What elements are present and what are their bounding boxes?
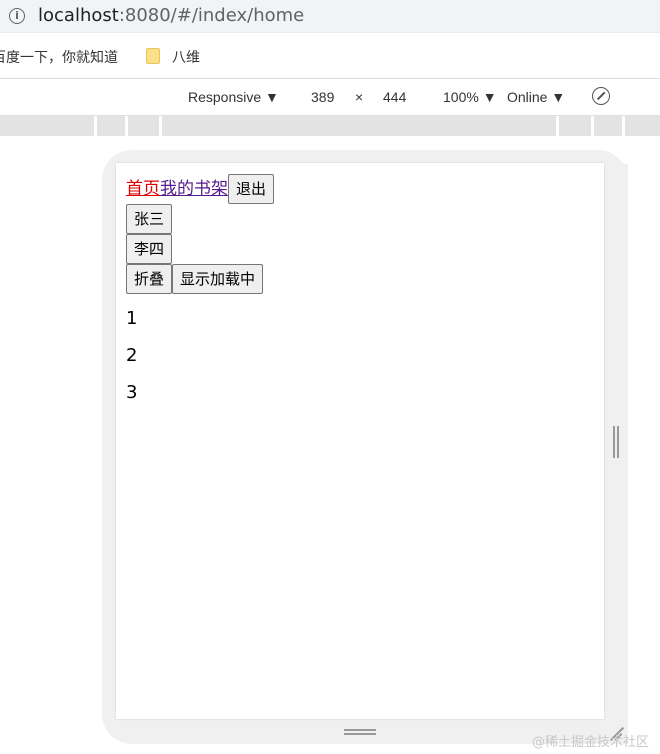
- nav-bar: 首页 我的书架 退出: [126, 174, 596, 204]
- address-bar[interactable]: i localhost:8080/#/index/home: [0, 0, 660, 33]
- app-page: 首页 我的书架 退出 张三 李四 折叠 显示加载中 1 2 3: [126, 174, 596, 411]
- url-host: localhost: [38, 5, 119, 26]
- list-item: 2: [126, 345, 138, 366]
- site-info-icon[interactable]: i: [9, 8, 25, 24]
- device-toolbar: Responsive ▼ 389 × 444 100% ▼ Online ▼: [0, 79, 660, 116]
- url-path: :8080/#/index/home: [118, 5, 305, 26]
- bookmark-baidu[interactable]: 百度一下，你就知道: [0, 47, 118, 67]
- lisi-button[interactable]: 李四: [126, 234, 173, 264]
- rotate-icon[interactable]: [592, 87, 610, 105]
- zoom-select[interactable]: 100% ▼: [443, 89, 497, 105]
- media-query-ruler[interactable]: [0, 116, 660, 136]
- bookmarks-bar: 百度一下，你就知道 八维: [0, 33, 660, 79]
- item-list: 1 2 3: [126, 300, 596, 411]
- logout-button[interactable]: 退出: [228, 174, 275, 204]
- watermark: @稀土掘金技术社区: [532, 735, 650, 750]
- folder-icon: [146, 48, 160, 64]
- bookmark-bawei[interactable]: 八维: [172, 47, 200, 67]
- list-item: 1: [126, 308, 138, 329]
- home-link[interactable]: 首页: [126, 174, 160, 204]
- show-loading-button[interactable]: 显示加载中: [172, 264, 264, 294]
- url-text[interactable]: localhost:8080/#/index/home: [38, 5, 304, 26]
- resize-handle-right[interactable]: [613, 426, 619, 458]
- resize-handle-bottom[interactable]: [344, 729, 376, 735]
- width-input[interactable]: 389: [311, 89, 334, 105]
- device-select[interactable]: Responsive ▼: [188, 89, 279, 105]
- list-item: 3: [126, 382, 138, 403]
- dimension-separator: ×: [355, 89, 364, 105]
- zhangsan-button[interactable]: 张三: [126, 204, 173, 234]
- bookshelf-link[interactable]: 我的书架: [160, 174, 228, 204]
- height-input[interactable]: 444: [383, 89, 406, 105]
- network-select[interactable]: Online ▼: [507, 89, 565, 105]
- fold-button[interactable]: 折叠: [126, 264, 173, 294]
